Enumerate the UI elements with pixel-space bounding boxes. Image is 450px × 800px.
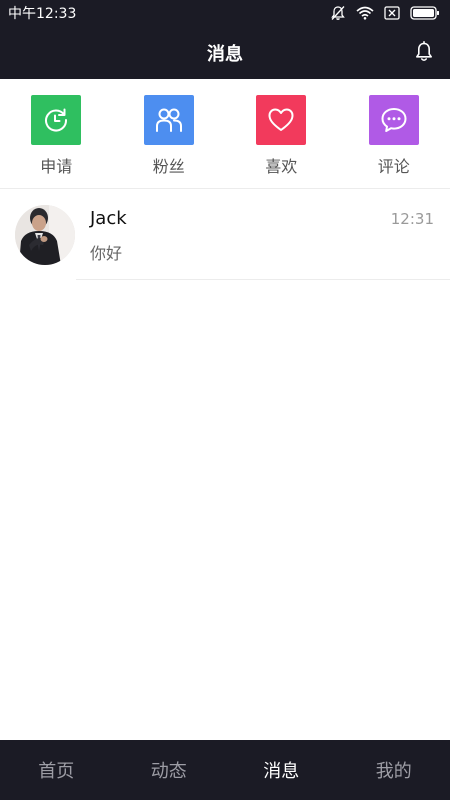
status-icons xyxy=(330,5,440,21)
people-icon xyxy=(155,108,182,132)
bottom-nav: 首页 动态 消息 我的 xyxy=(0,740,450,800)
avatar-image xyxy=(15,205,75,265)
quick-action-comments-tile xyxy=(368,95,419,145)
quick-action-likes[interactable]: 喜欢 xyxy=(225,79,338,189)
conversation-time: 12:31 xyxy=(390,210,434,228)
quick-action-fans[interactable]: 粉丝 xyxy=(113,79,226,189)
quick-actions: 申请 粉丝 喜欢 评论 xyxy=(0,79,450,189)
status-bar: 中午12:33 xyxy=(0,0,450,26)
conversation-name: Jack xyxy=(90,208,127,229)
quick-action-apply[interactable]: 申请 xyxy=(0,79,113,189)
quick-action-comments[interactable]: 评论 xyxy=(338,79,450,189)
notification-button[interactable] xyxy=(412,40,436,64)
nav-item-messages[interactable]: 消息 xyxy=(225,740,338,800)
conversation-preview: 你好 xyxy=(90,244,123,263)
page-title: 消息 xyxy=(207,43,243,65)
quick-action-comments-label: 评论 xyxy=(377,157,410,176)
nav-item-profile[interactable]: 我的 xyxy=(338,740,450,800)
conversation-item[interactable]: Jack 12:31 你好 xyxy=(0,190,450,280)
divider xyxy=(76,279,450,280)
quick-action-fans-label: 粉丝 xyxy=(152,157,185,176)
quick-action-apply-label: 申请 xyxy=(40,157,73,176)
app-header: 消息 xyxy=(0,26,450,79)
bell-icon xyxy=(416,41,432,61)
quick-action-likes-label: 喜欢 xyxy=(265,157,298,176)
clock-refresh-icon xyxy=(45,108,68,132)
heart-icon xyxy=(268,108,294,131)
battery-icon xyxy=(410,6,439,20)
no-sim-icon xyxy=(384,6,400,20)
bell-muted-icon xyxy=(331,6,345,20)
quick-action-apply-tile xyxy=(31,95,82,145)
quick-action-likes-tile xyxy=(256,95,307,145)
status-time: 中午12:33 xyxy=(8,6,77,22)
avatar xyxy=(15,205,75,265)
chat-bubble-icon xyxy=(381,108,407,132)
nav-item-feed[interactable]: 动态 xyxy=(113,740,226,800)
wifi-icon xyxy=(356,6,374,20)
quick-action-fans-tile xyxy=(143,95,194,145)
nav-item-home[interactable]: 首页 xyxy=(0,740,113,800)
